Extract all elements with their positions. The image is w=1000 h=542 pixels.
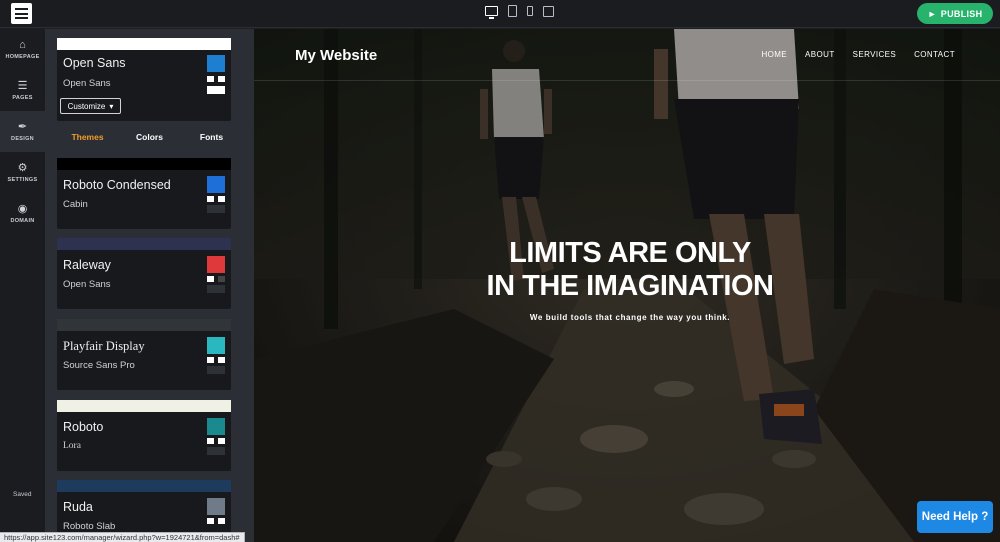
theme-color-strip xyxy=(57,400,231,412)
accent-swatch xyxy=(207,498,225,515)
nav-label: DESIGN xyxy=(11,135,34,142)
site-nav-contact[interactable]: CONTACT xyxy=(914,50,955,59)
swatch-small xyxy=(207,518,214,524)
swatch-small xyxy=(207,76,214,82)
publish-label: PUBLISH xyxy=(940,8,983,19)
left-navigation: ⌂ HOMEPAGE ☰ PAGES ✒ DESIGN ⚙ SETTINGS ◉… xyxy=(0,29,45,542)
body-font-name: Lora xyxy=(63,441,81,451)
theme-color-strip xyxy=(57,158,231,170)
status-bar-url: https://app.site123.com/manager/wizard.p… xyxy=(0,532,245,542)
body-font-name: Open Sans xyxy=(63,78,111,89)
site-nav-home[interactable]: HOME xyxy=(761,50,787,59)
swatch-small xyxy=(207,276,214,282)
top-toolbar: ► PUBLISH xyxy=(0,0,1000,28)
accent-swatch xyxy=(207,337,225,354)
swatch-small xyxy=(218,76,225,82)
saved-status: Saved xyxy=(13,491,32,498)
swatch-bar xyxy=(207,86,225,94)
header-divider xyxy=(254,80,1000,81)
theme-color-strip xyxy=(57,319,231,331)
device-switcher xyxy=(485,5,554,19)
heading-font-name: Ruda xyxy=(63,500,93,514)
body-font-name: Cabin xyxy=(63,199,88,210)
accent-swatch xyxy=(207,256,225,273)
site-nav-services[interactable]: SERVICES xyxy=(853,50,897,59)
swatch-bar xyxy=(207,447,225,455)
theme-card[interactable]: Roboto Condensed Cabin xyxy=(57,158,231,229)
nav-label: PAGES xyxy=(12,94,33,101)
swatch-small xyxy=(207,357,214,363)
customize-button[interactable]: Customize ▾ xyxy=(60,98,121,114)
site-navigation: HOME ABOUT SERVICES CONTACT xyxy=(761,50,955,59)
swatch-small xyxy=(218,196,225,202)
swatch-small xyxy=(218,357,225,363)
body-font-name: Source Sans Pro xyxy=(63,360,135,371)
hero-subheadline[interactable]: We build tools that change the way you t… xyxy=(254,313,1000,322)
heading-font-name: Playfair Display xyxy=(63,339,145,353)
theme-color-strip xyxy=(57,38,231,50)
tab-themes[interactable]: Themes xyxy=(57,132,119,142)
phone-icon[interactable] xyxy=(527,6,533,16)
menu-logo-icon[interactable] xyxy=(11,3,32,24)
hero-headline-line-1: LIMITS ARE ONLY xyxy=(509,237,751,269)
site-title[interactable]: My Website xyxy=(295,47,377,64)
nav-item-domain[interactable]: ◉ DOMAIN xyxy=(0,193,45,234)
heading-font-name: Roboto xyxy=(63,420,104,434)
tablet-icon[interactable] xyxy=(508,5,517,17)
nav-label: SETTINGS xyxy=(7,176,38,183)
body-font-name: Open Sans xyxy=(63,279,111,290)
swatch-small xyxy=(218,438,225,444)
swatch-small xyxy=(207,196,214,202)
design-panel: Open Sans Open Sans Customize ▾ Themes C… xyxy=(45,29,254,542)
desktop-icon[interactable] xyxy=(485,6,498,19)
site-preview: My Website HOME ABOUT SERVICES CONTACT L… xyxy=(254,29,1000,542)
site-nav-about[interactable]: ABOUT xyxy=(805,50,835,59)
caret-down-icon: ▾ xyxy=(109,101,114,111)
nav-item-pages[interactable]: ☰ PAGES xyxy=(0,70,45,111)
swatch-small xyxy=(218,518,225,524)
nav-item-homepage[interactable]: ⌂ HOMEPAGE xyxy=(0,29,45,70)
body-font-name: Roboto Slab xyxy=(63,521,116,532)
swatch-bar xyxy=(207,285,225,293)
customize-label: Customize xyxy=(67,101,106,111)
theme-card[interactable]: Playfair Display Source Sans Pro xyxy=(57,319,231,390)
nav-label: DOMAIN xyxy=(10,217,35,224)
nav-item-design[interactable]: ✒ DESIGN xyxy=(0,111,45,152)
popout-icon[interactable] xyxy=(543,5,554,17)
swatch-small xyxy=(207,438,214,444)
nav-item-settings[interactable]: ⚙ SETTINGS xyxy=(0,152,45,193)
need-help-button[interactable]: Need Help ? xyxy=(917,501,993,533)
globe-icon: ◉ xyxy=(17,202,28,215)
accent-swatch xyxy=(207,55,225,72)
theme-color-strip xyxy=(57,480,231,492)
design-tabs: Themes Colors Fonts xyxy=(45,132,254,142)
pages-icon: ☰ xyxy=(17,79,28,92)
gear-icon: ⚙ xyxy=(17,161,28,174)
accent-swatch xyxy=(207,176,225,193)
home-icon: ⌂ xyxy=(19,38,26,51)
heading-font-name: Roboto Condensed xyxy=(63,178,171,192)
hero-headline[interactable]: LIMITS ARE ONLY IN THE IMAGINATION xyxy=(254,237,1000,303)
accent-swatch xyxy=(207,418,225,435)
nav-label: HOMEPAGE xyxy=(5,53,40,60)
swatch-bar xyxy=(207,366,225,374)
tab-colors[interactable]: Colors xyxy=(119,132,181,142)
theme-color-strip xyxy=(57,238,231,250)
theme-card[interactable]: Roboto Lora xyxy=(57,400,231,471)
tab-fonts[interactable]: Fonts xyxy=(181,132,243,142)
publish-button[interactable]: ► PUBLISH xyxy=(917,3,993,24)
megaphone-icon: ► xyxy=(927,8,937,19)
heading-font-name: Raleway xyxy=(63,258,111,272)
swatch-small xyxy=(218,276,225,282)
heading-font-name: Open Sans xyxy=(63,56,126,70)
swatch-bar xyxy=(207,205,225,213)
hero-headline-line-2: IN THE IMAGINATION xyxy=(486,270,774,302)
brush-icon: ✒ xyxy=(17,120,28,133)
theme-card[interactable]: Raleway Open Sans xyxy=(57,238,231,309)
